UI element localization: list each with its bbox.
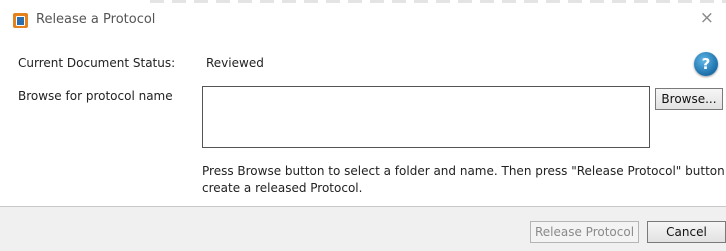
cancel-button[interactable]: Cancel xyxy=(647,221,726,243)
status-value: Reviewed xyxy=(206,56,264,70)
release-protocol-button[interactable]: Release Protocol xyxy=(530,221,639,243)
instructions-text: Press Browse button to select a folder a… xyxy=(202,164,726,195)
app-icon xyxy=(13,13,28,28)
title-bar: Release a Protocol × xyxy=(0,0,726,40)
help-icon[interactable]: ? xyxy=(694,52,718,76)
browse-label: Browse for protocol name xyxy=(18,89,173,103)
release-protocol-dialog: Release a Protocol × ? Current Document … xyxy=(0,0,726,251)
browse-button[interactable]: Browse... xyxy=(655,88,723,110)
protocol-name-field[interactable] xyxy=(202,86,650,148)
close-icon[interactable]: × xyxy=(700,9,714,27)
window-title: Release a Protocol xyxy=(36,12,156,27)
status-label: Current Document Status: xyxy=(18,56,176,70)
button-bar: Release Protocol Cancel xyxy=(0,206,726,251)
